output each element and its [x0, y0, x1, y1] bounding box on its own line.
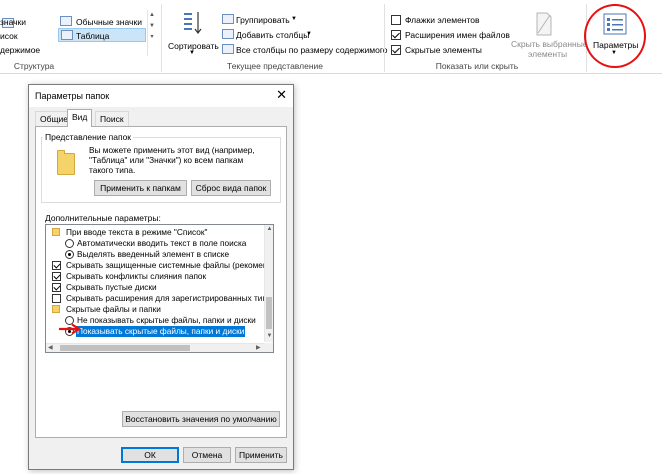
- cancel-button[interactable]: Отмена: [183, 447, 231, 463]
- folder-views-description: Вы можете применить этот вид (например, …: [89, 145, 255, 175]
- explorer-ribbon: значки Обычные значки исок Таблица держи…: [0, 0, 662, 74]
- layout-gallery-scroll[interactable]: ▲ ▼ ▾: [147, 10, 156, 56]
- folder-icon: [52, 228, 60, 236]
- layout-list[interactable]: исок: [0, 31, 18, 41]
- group-by-dropdown-icon[interactable]: ▼: [291, 16, 297, 22]
- apply-to-folders-button[interactable]: Применить к папкам: [94, 180, 187, 196]
- add-columns-icon: [222, 29, 234, 39]
- hidden-items-label[interactable]: Скрытые элементы: [405, 45, 482, 55]
- vertical-scrollbar[interactable]: ▲ ▼: [264, 225, 273, 342]
- folder-icon: [57, 150, 75, 175]
- ok-button[interactable]: ОК: [121, 447, 179, 463]
- file-extensions-checkbox[interactable]: [391, 30, 401, 40]
- dialog-titlebar[interactable]: Параметры папок ✕: [29, 85, 293, 107]
- hide-selected-button-line2: элементы: [528, 49, 568, 59]
- highlight-circle-annotation: [584, 4, 646, 68]
- scroll-down-icon[interactable]: ▼: [265, 333, 273, 339]
- fit-columns-icon: [222, 44, 234, 54]
- ribbon-divider: [384, 4, 385, 72]
- checkbox[interactable]: [52, 294, 61, 303]
- dialog-title: Параметры папок: [35, 91, 110, 101]
- advanced-settings-title: Дополнительные параметры:: [45, 213, 161, 223]
- group-by-button[interactable]: Группировать: [236, 15, 290, 25]
- layout-content[interactable]: держимое: [0, 45, 40, 55]
- chevron-down-icon[interactable]: ▼: [148, 21, 156, 32]
- item-checkboxes-label[interactable]: Флажки элементов: [405, 15, 480, 25]
- restore-defaults-button[interactable]: Восстановить значения по умолчанию: [122, 411, 280, 427]
- checkbox[interactable]: [52, 272, 61, 281]
- scrollbar-thumb[interactable]: [266, 297, 272, 329]
- tab-search[interactable]: Поиск: [95, 111, 129, 126]
- hidden-items-checkbox[interactable]: [391, 45, 401, 55]
- group-by-icon: [222, 14, 234, 24]
- scrollbar-corner: [264, 343, 273, 352]
- hide-selected-button[interactable]: Скрыть выбранные: [511, 39, 588, 49]
- folder-options-dialog: Параметры папок ✕ Общие Вид Поиск Предст…: [28, 84, 294, 470]
- view-tab-panel: Представление папок Вы можете применить …: [35, 126, 287, 438]
- scroll-up-icon[interactable]: ▲: [265, 226, 273, 232]
- layout-details[interactable]: Таблица: [76, 31, 109, 41]
- arrow-annotation: [59, 323, 82, 335]
- folder-icon: [52, 305, 60, 313]
- sort-icon: [184, 12, 202, 34]
- chevron-up-icon[interactable]: ▲: [148, 10, 156, 21]
- scroll-left-icon[interactable]: ◀: [48, 344, 53, 352]
- group-label-current-view: Текущее представление: [226, 61, 323, 71]
- medium-icons-icon: [60, 16, 72, 26]
- tab-view[interactable]: Вид: [67, 109, 93, 127]
- group-label-show-hide: Показать или скрыть: [435, 61, 519, 71]
- layout-medium-icons[interactable]: Обычные значки: [76, 17, 142, 27]
- details-icon: [61, 30, 73, 40]
- horizontal-scrollbar[interactable]: ◀ ▶: [46, 343, 265, 352]
- scrollbar-thumb[interactable]: [60, 345, 190, 351]
- folder-views-title: Представление папок: [43, 132, 134, 142]
- checkbox[interactable]: [52, 261, 61, 270]
- ribbon-divider: [161, 4, 162, 72]
- radio-button[interactable]: [65, 239, 74, 248]
- group-label-layout: Структура: [13, 61, 55, 71]
- add-columns-button[interactable]: Добавить столбцы: [236, 30, 309, 40]
- scroll-right-icon[interactable]: ▶: [256, 344, 261, 352]
- hide-selected-icon: [536, 12, 552, 36]
- fit-columns-button[interactable]: Все столбцы по размеру содержимого: [236, 45, 387, 55]
- sort-dropdown-icon[interactable]: ▼: [189, 50, 195, 56]
- layout-large-icons[interactable]: значки: [0, 17, 26, 27]
- add-columns-dropdown-icon[interactable]: ▼: [306, 31, 312, 37]
- item-checkboxes-checkbox[interactable]: [391, 15, 401, 25]
- close-icon[interactable]: ✕: [276, 88, 287, 102]
- file-extensions-label[interactable]: Расширения имен файлов: [405, 30, 510, 40]
- reset-folders-button[interactable]: Сброс вида папок: [191, 180, 271, 196]
- apply-button[interactable]: Применить: [235, 447, 287, 463]
- expand-gallery-icon[interactable]: ▾: [148, 32, 156, 43]
- radio-button[interactable]: [65, 250, 74, 259]
- checkbox[interactable]: [52, 283, 61, 292]
